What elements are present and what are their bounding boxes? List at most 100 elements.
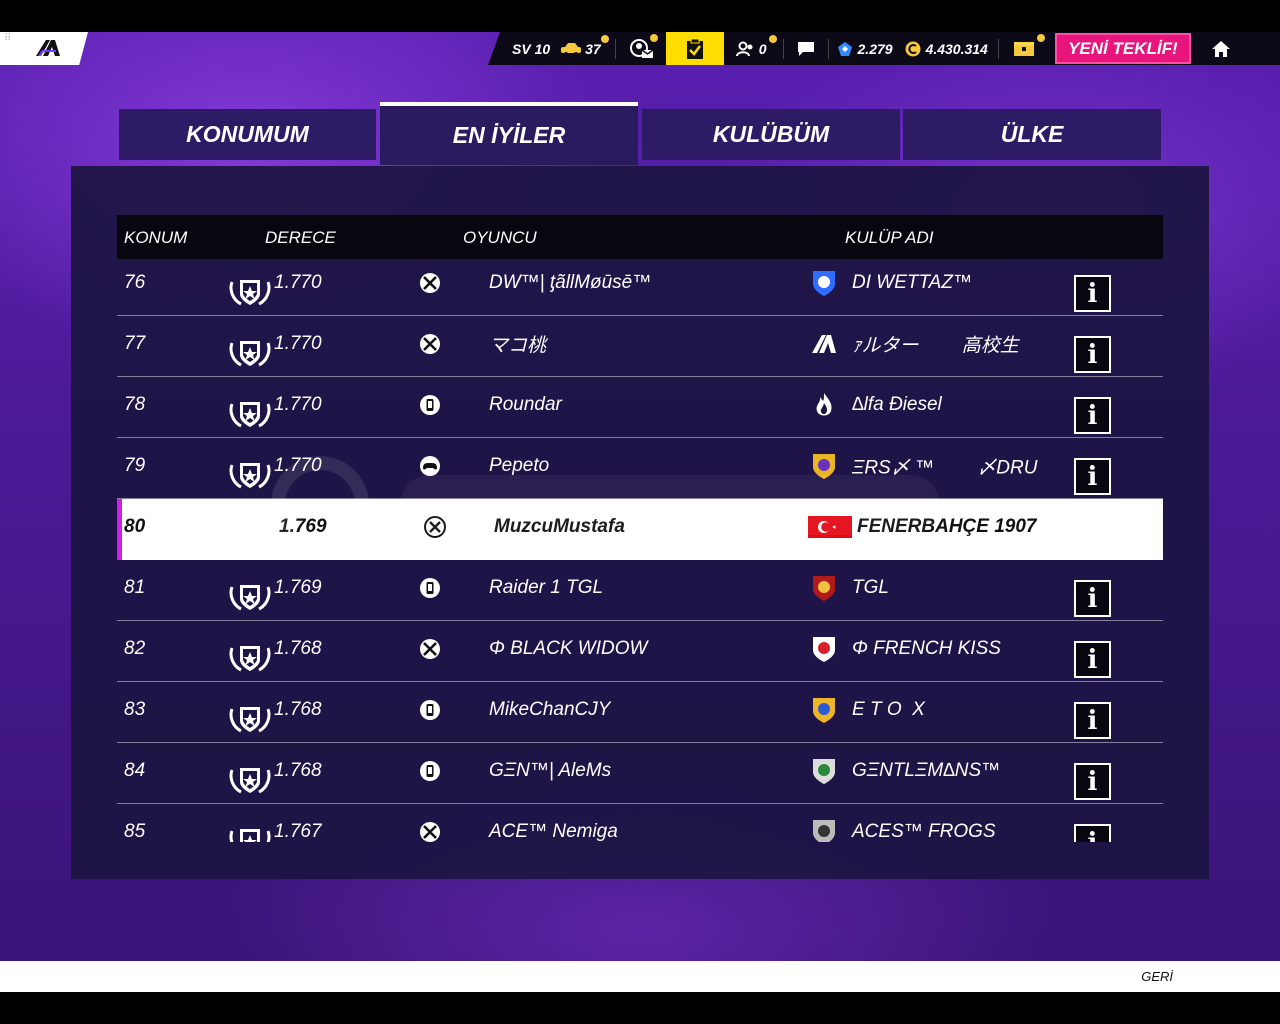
cars-counter[interactable]: 37 — [560, 32, 609, 65]
table-row[interactable]: 81 1.769 Raider 1 TGL TGL i — [117, 560, 1163, 621]
top-letterbox — [0, 0, 1280, 32]
home-button[interactable] — [1191, 32, 1251, 65]
back-button[interactable]: GERİ — [1141, 969, 1173, 984]
notification-dot — [600, 35, 609, 43]
legend-league-badge-icon — [229, 707, 271, 733]
rating-value: 1.770 — [274, 455, 322, 476]
legend-league-badge-icon — [229, 341, 271, 367]
player-name: Roundar — [489, 394, 562, 415]
top-status-bar: SV 10 37 0 2.279 4.430.314 YENİ TEKLİF! — [488, 32, 1280, 65]
legend-league-badge-icon — [229, 768, 271, 794]
player-name: ACE™ Nemiga — [489, 821, 618, 842]
rank-value: 83 — [124, 699, 146, 720]
player-name: マコ桃 — [489, 335, 547, 357]
table-row[interactable]: 79 1.770 Pepeto ΞRS〆 ™ 〆DRU i — [117, 438, 1163, 499]
table-row[interactable]: 82 1.768 Φ BLACK WIDOW Φ FRENCH KISS i — [117, 621, 1163, 682]
home-icon — [1211, 40, 1230, 57]
daily-tasks-button[interactable] — [665, 32, 724, 65]
xbox-icon — [419, 821, 441, 842]
club-name: ΞRS〆 ™ 〆DRU — [852, 457, 1038, 479]
asphalt-logo-icon — [812, 335, 836, 353]
divider — [782, 38, 784, 59]
mobile-icon — [419, 577, 441, 599]
grip-icon: ⠿ — [4, 33, 11, 44]
notification-dot — [768, 35, 777, 43]
rating-value: 1.770 — [274, 394, 322, 415]
credits-value: 4.430.314 — [925, 40, 988, 57]
player-info-button[interactable]: i — [1074, 336, 1111, 373]
legend-league-badge-icon — [229, 585, 271, 611]
player-name: Raider 1 TGL — [489, 577, 604, 598]
friends-icon — [735, 41, 753, 56]
rating-value: 1.769 — [279, 516, 327, 537]
player-info-button[interactable]: i — [1074, 641, 1111, 678]
bottom-bar: GERİ — [0, 961, 1280, 992]
table-row[interactable]: 77 1.770 マコ桃 ｧルター 高校生 i — [117, 316, 1163, 377]
game-logo-button[interactable]: ⠿ — [0, 32, 88, 65]
player-info-button[interactable]: i — [1074, 763, 1111, 800]
new-offer-button[interactable]: YENİ TEKLİF! — [1054, 33, 1191, 64]
chat-button[interactable] — [792, 32, 820, 65]
rank-value: 77 — [124, 333, 146, 354]
info-icon: i — [1087, 339, 1098, 370]
leaderboard-list[interactable]: 76 1.770 DW™| ƫãllMøūsē™ DI WETTAZ™ i 77 1.770… — [117, 247, 1163, 842]
player-info-button[interactable]: i — [1074, 702, 1111, 739]
gamepad-icon — [419, 455, 441, 477]
gold-crest-icon — [813, 698, 835, 723]
club-name: ACES™ FROGS — [852, 821, 996, 842]
info-icon: i — [1087, 705, 1098, 736]
credits-counter[interactable]: 4.430.314 — [905, 32, 988, 65]
clipboard-check-icon — [686, 38, 703, 59]
notification-dot — [1036, 34, 1045, 42]
player-name: Φ BLACK WIDOW — [489, 638, 648, 659]
header-player: OYUNCU — [463, 228, 537, 247]
tab-country[interactable]: ÜLKE — [903, 109, 1161, 160]
club-name: TGL — [852, 577, 889, 598]
xbox-icon — [419, 638, 441, 660]
table-row[interactable]: 84 1.768 GΞN™| AleMs GΞNTLΞM∆NS™ i — [117, 743, 1163, 804]
bottom-letterbox — [0, 992, 1280, 1024]
shop-chest-button[interactable] — [1007, 32, 1045, 65]
table-row[interactable]: 85 1.767 ACE™ Nemiga ACES™ FROGS i — [117, 804, 1163, 842]
rating-value: 1.770 — [274, 272, 322, 293]
table-row[interactable]: 76 1.770 DW™| ƫãllMøūsē™ DI WETTAZ™ i — [117, 255, 1163, 316]
header-rating: DERECE — [265, 228, 336, 247]
rank-value: 82 — [124, 638, 146, 659]
sv-level: SV 10 — [512, 32, 550, 65]
xbox-icon — [419, 272, 441, 294]
sv-label: SV 10 — [512, 40, 551, 57]
player-info-button[interactable]: i — [1074, 580, 1111, 617]
divider — [614, 38, 616, 59]
current-player-row[interactable]: 80 1.769 MuzcuMustafa FENERBAHÇE 1907 — [117, 499, 1163, 560]
player-info-button[interactable]: i — [1074, 458, 1111, 495]
info-icon: i — [1087, 644, 1098, 675]
tab-my-club[interactable]: KULÜBÜM — [642, 109, 900, 160]
tab-label: KULÜBÜM — [712, 121, 830, 147]
flag-shield-icon — [813, 637, 835, 662]
rank-value: 85 — [124, 821, 146, 842]
player-info-button[interactable]: i — [1074, 275, 1111, 312]
divider — [997, 38, 999, 59]
round-emblem-icon — [813, 759, 835, 784]
tab-my-position[interactable]: KONUMUM — [119, 109, 376, 160]
tab-top-players[interactable]: EN İYİLER — [380, 102, 638, 165]
flame-shield-icon — [813, 271, 835, 296]
table-row[interactable]: 83 1.768 MikeChanCJY E T O X i — [117, 682, 1163, 743]
club-name: Φ FRENCH KISS — [852, 638, 1001, 659]
club-name: FENERBAHÇE 1907 — [857, 516, 1037, 537]
skull-crest-icon — [813, 576, 835, 601]
player-info-button[interactable]: i — [1074, 824, 1111, 842]
legend-league-badge-icon — [229, 280, 271, 306]
info-icon: i — [1087, 461, 1098, 492]
club-name: E T O X — [852, 699, 925, 720]
player-name: MikeChanCJY — [489, 699, 611, 720]
tokens-counter[interactable]: 2.279 — [837, 32, 893, 65]
token-icon — [837, 41, 852, 56]
player-info-button[interactable]: i — [1074, 397, 1111, 434]
divider — [827, 38, 829, 59]
table-row[interactable]: 78 1.770 Roundar ∆lfa Điesel i — [117, 377, 1163, 438]
club-name: DI WETTAZ™ — [852, 272, 972, 293]
header-club: KULÜP ADI — [845, 228, 934, 247]
friends-counter[interactable]: 0 — [735, 32, 777, 65]
profile-mail-button[interactable] — [624, 32, 660, 65]
